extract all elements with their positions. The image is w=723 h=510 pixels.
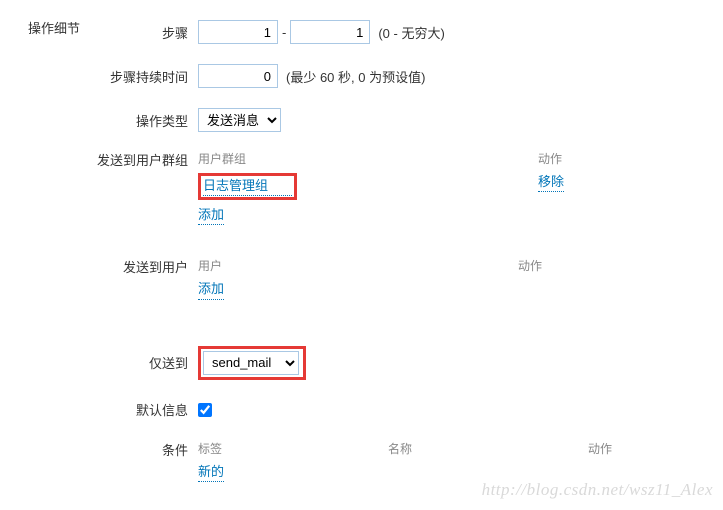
section-title: 操作细节	[0, 18, 90, 504]
row-send-group: 发送到用户群组 用户群组 动作 日志管理组 移除	[90, 150, 723, 231]
cond-header-1: 标签	[198, 440, 388, 457]
row-duration: 步骤持续时间 (最少 60 秒, 0 为预设值)	[90, 62, 723, 90]
user-add-link[interactable]: 添加	[198, 280, 224, 299]
cond-new-link[interactable]: 新的	[198, 463, 224, 482]
highlight-onlyto: send_mail	[198, 346, 306, 380]
group-item-link[interactable]: 日志管理组	[203, 177, 292, 196]
defaultinfo-checkbox[interactable]	[198, 403, 212, 417]
group-remove-link[interactable]: 移除	[538, 173, 564, 192]
label-condition: 条件	[90, 440, 198, 459]
cond-header-2: 名称	[388, 440, 588, 457]
form-area: 步骤 - (0 - 无穷大) 步骤持续时间 (最少 60 秒, 0 为预设值) …	[90, 18, 723, 504]
group-header-2: 动作	[538, 150, 723, 167]
row-step: 步骤 - (0 - 无穷大)	[90, 18, 723, 46]
user-header-1: 用户	[198, 257, 518, 274]
row-send-user: 发送到用户 用户 动作 添加	[90, 257, 723, 305]
label-step: 步骤	[90, 23, 198, 42]
row-onlyto: 仅送到 send_mail	[90, 346, 723, 380]
cond-header-3: 动作	[588, 440, 723, 457]
step-to-input[interactable]	[290, 20, 370, 44]
group-add-link[interactable]: 添加	[198, 206, 224, 225]
row-defaultinfo: 默认信息	[90, 396, 723, 424]
optype-select[interactable]: 发送消息	[198, 108, 281, 132]
row-condition: 条件 标签 名称 动作 新的	[90, 440, 723, 488]
label-defaultinfo: 默认信息	[90, 400, 198, 419]
duration-hint: (最少 60 秒, 0 为预设值)	[286, 67, 425, 86]
row-optype: 操作类型 发送消息	[90, 106, 723, 134]
label-onlyto: 仅送到	[90, 353, 198, 372]
label-send-group: 发送到用户群组	[90, 150, 198, 169]
highlight-group-item: 日志管理组	[198, 173, 297, 200]
step-hint: (0 - 无穷大)	[378, 23, 444, 42]
step-from-input[interactable]	[198, 20, 278, 44]
onlyto-select[interactable]: send_mail	[203, 351, 299, 375]
user-header-2: 动作	[518, 257, 718, 274]
label-duration: 步骤持续时间	[90, 67, 198, 86]
group-header-1: 用户群组	[198, 150, 538, 167]
label-optype: 操作类型	[90, 111, 198, 130]
label-send-user: 发送到用户	[90, 257, 198, 276]
dash: -	[282, 25, 286, 40]
duration-input[interactable]	[198, 64, 278, 88]
